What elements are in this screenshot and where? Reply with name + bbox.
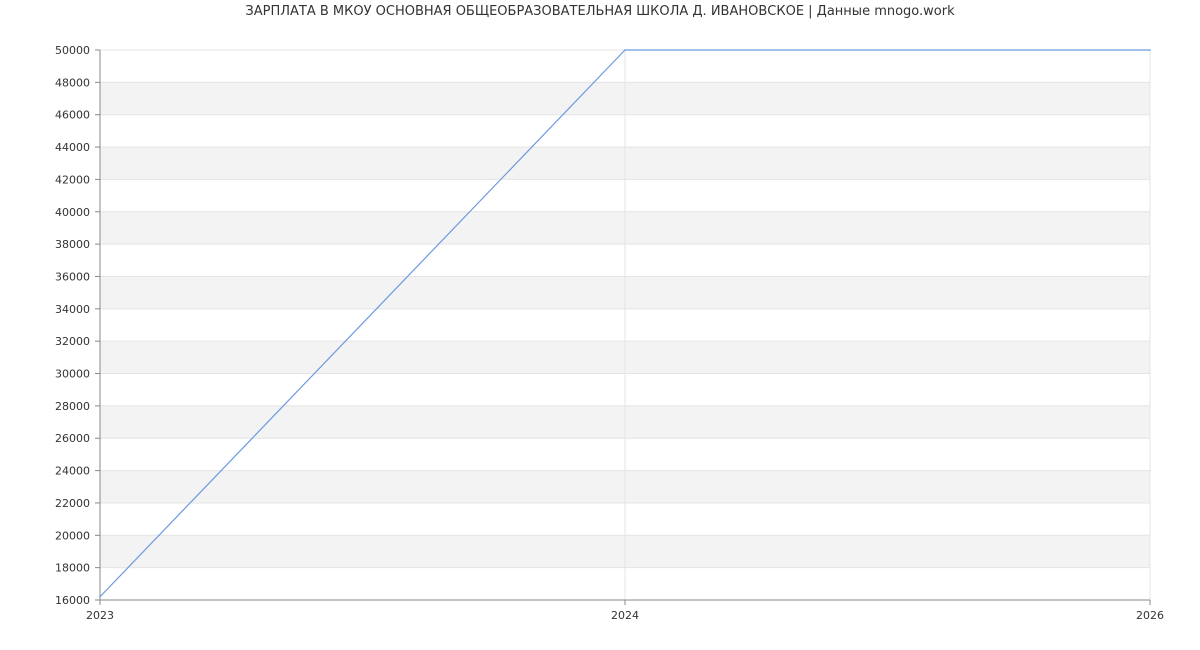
y-tick-label: 18000 xyxy=(55,562,90,575)
y-tick-label: 46000 xyxy=(55,109,90,122)
x-axis-ticks: 2023 2024 2026 xyxy=(86,600,1164,622)
y-tick-label: 22000 xyxy=(55,497,90,510)
y-axis-ticks: 16000 18000 20000 22000 24000 26000 28000 30000… xyxy=(55,44,100,607)
y-tick-label: 20000 xyxy=(55,529,90,542)
y-tick-label: 24000 xyxy=(55,465,90,478)
line-chart: 16000 18000 20000 22000 24000 26000 28000 30000… xyxy=(55,44,1164,622)
data-point xyxy=(99,595,101,598)
x-tick-label: 2023 xyxy=(86,609,114,622)
y-tick-label: 38000 xyxy=(55,238,90,251)
y-tick-label: 42000 xyxy=(55,173,90,186)
y-tick-label: 16000 xyxy=(55,594,90,607)
y-tick-label: 32000 xyxy=(55,335,90,348)
y-tick-label: 30000 xyxy=(55,368,90,381)
y-tick-label: 36000 xyxy=(55,270,90,283)
data-point xyxy=(1149,49,1151,51)
y-tick-label: 50000 xyxy=(55,44,90,57)
x-tick-label: 2024 xyxy=(611,609,639,622)
y-tick-label: 28000 xyxy=(55,400,90,413)
y-tick-label: 34000 xyxy=(55,303,90,316)
y-tick-label: 40000 xyxy=(55,206,90,219)
data-point xyxy=(624,49,626,51)
x-tick-label: 2026 xyxy=(1136,609,1164,622)
y-tick-label: 26000 xyxy=(55,432,90,445)
y-tick-label: 44000 xyxy=(55,141,90,154)
y-tick-label: 48000 xyxy=(55,76,90,89)
